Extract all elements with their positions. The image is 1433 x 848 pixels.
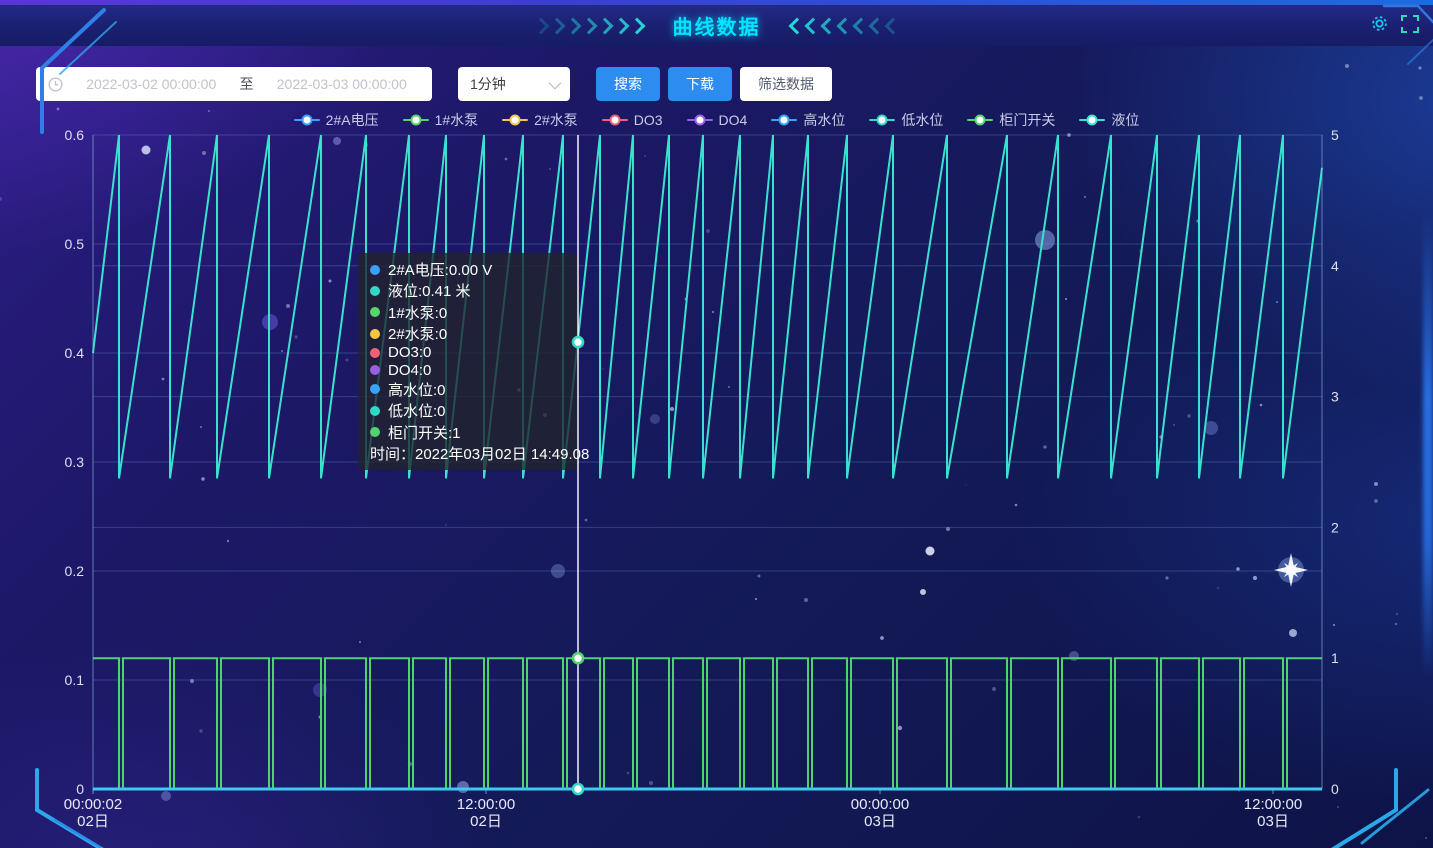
series-dot: [370, 329, 380, 339]
y-axis-left-labels: 0.6 0.5 0.4 0.3 0.2 0.1 0: [65, 127, 85, 797]
series-door-switch: [93, 658, 1322, 789]
tooltip-row: 柜门开关:1: [370, 422, 566, 443]
svg-text:1: 1: [1331, 650, 1339, 666]
svg-text:03日: 03日: [1257, 813, 1289, 830]
svg-text:0.6: 0.6: [65, 127, 85, 143]
dashboard: 0.60.50.40.30.20.1054321000:00:0202日12:0…: [0, 0, 1433, 848]
tooltip-row: 1#水泵:0: [370, 302, 566, 323]
chart-tooltip: 2#A电压:0.00 V液位:0.41 米1#水泵:02#水泵:0DO3:0DO…: [358, 253, 578, 470]
x-axis-labels: 00:00:0202日12:00:0002日00:00:0003日12:00:0…: [64, 789, 1302, 830]
series-dot: [370, 307, 380, 317]
gridlines: [93, 135, 1322, 680]
series-dot: [370, 406, 380, 416]
svg-text:03日: 03日: [864, 813, 896, 830]
svg-text:0.4: 0.4: [65, 345, 85, 361]
tooltip-row: DO3:0: [370, 344, 566, 361]
tooltip-row: 高水位:0: [370, 379, 566, 400]
svg-text:0.1: 0.1: [65, 672, 85, 688]
svg-text:02日: 02日: [470, 813, 502, 830]
svg-text:0.2: 0.2: [65, 563, 85, 579]
y-axis-right-labels: 5 4 3 2 1 0: [1331, 127, 1339, 797]
svg-text:0: 0: [76, 781, 84, 797]
svg-text:12:00:00: 12:00:00: [1244, 796, 1302, 813]
tooltip-time: 时间：2022年03月02日 14:49.08: [370, 443, 566, 464]
series-dot: [370, 427, 380, 437]
svg-text:4: 4: [1331, 258, 1339, 274]
tooltip-row: 低水位:0: [370, 400, 566, 421]
tooltip-row: 2#水泵:0: [370, 323, 566, 344]
series-dot: [370, 365, 380, 375]
curve-chart[interactable]: 0.60.50.40.30.20.1054321000:00:0202日12:0…: [0, 0, 1433, 848]
tooltip-row: 2#A电压:0.00 V: [370, 259, 566, 280]
svg-text:0.5: 0.5: [65, 236, 85, 252]
svg-text:0: 0: [1331, 781, 1339, 797]
starfield: [0, 64, 1427, 839]
series-liquid-level: [93, 135, 1322, 478]
svg-text:02日: 02日: [77, 813, 109, 830]
svg-text:00:00:00: 00:00:00: [851, 796, 909, 813]
svg-text:3: 3: [1331, 389, 1339, 405]
svg-text:2: 2: [1331, 519, 1339, 535]
svg-text:12:00:00: 12:00:00: [457, 796, 515, 813]
svg-text:0.3: 0.3: [65, 454, 85, 470]
svg-text:00:00:02: 00:00:02: [64, 796, 122, 813]
tooltip-row: DO4:0: [370, 362, 566, 379]
svg-text:5: 5: [1331, 127, 1339, 143]
series-dot: [370, 286, 380, 296]
tooltip-row: 液位:0.41 米: [370, 280, 566, 301]
series-dot: [370, 348, 380, 358]
series-dot: [370, 265, 380, 275]
series-dot: [370, 384, 380, 394]
